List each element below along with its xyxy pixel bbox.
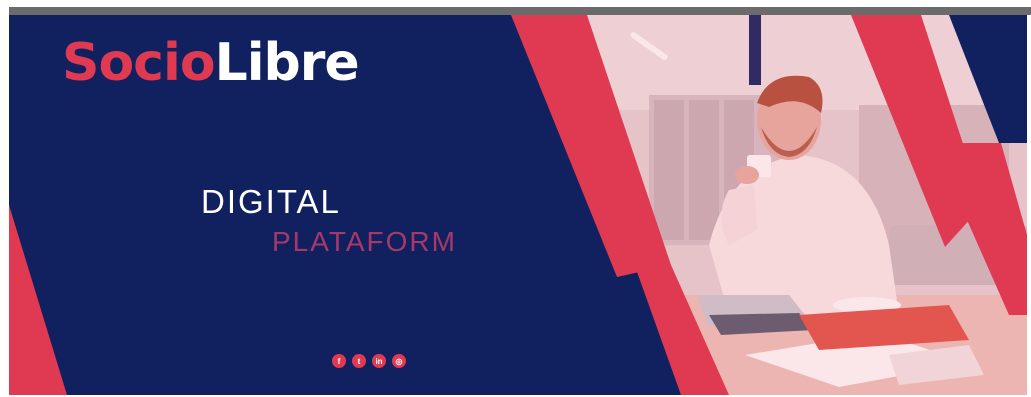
page-frame: SocioLibre DIGITAL PLATAFORM f t in ◎	[0, 0, 1031, 397]
top-border	[9, 7, 1031, 15]
brand-name-part1: Socio	[62, 33, 216, 93]
linkedin-icon[interactable]: in	[372, 354, 386, 368]
brand-name-part2: Libre	[214, 33, 360, 93]
instagram-icon[interactable]: ◎	[392, 354, 406, 368]
left-accent-shape	[9, 205, 67, 395]
banner: SocioLibre DIGITAL PLATAFORM f t in ◎	[9, 15, 1027, 395]
brand-logo: SocioLibre	[62, 37, 360, 89]
twitter-icon[interactable]: t	[352, 354, 366, 368]
social-links: f t in ◎	[332, 354, 406, 368]
tagline-line1: DIGITAL	[201, 183, 341, 220]
tagline-line2: PLATAFORM	[272, 226, 457, 257]
facebook-icon[interactable]: f	[332, 354, 346, 368]
